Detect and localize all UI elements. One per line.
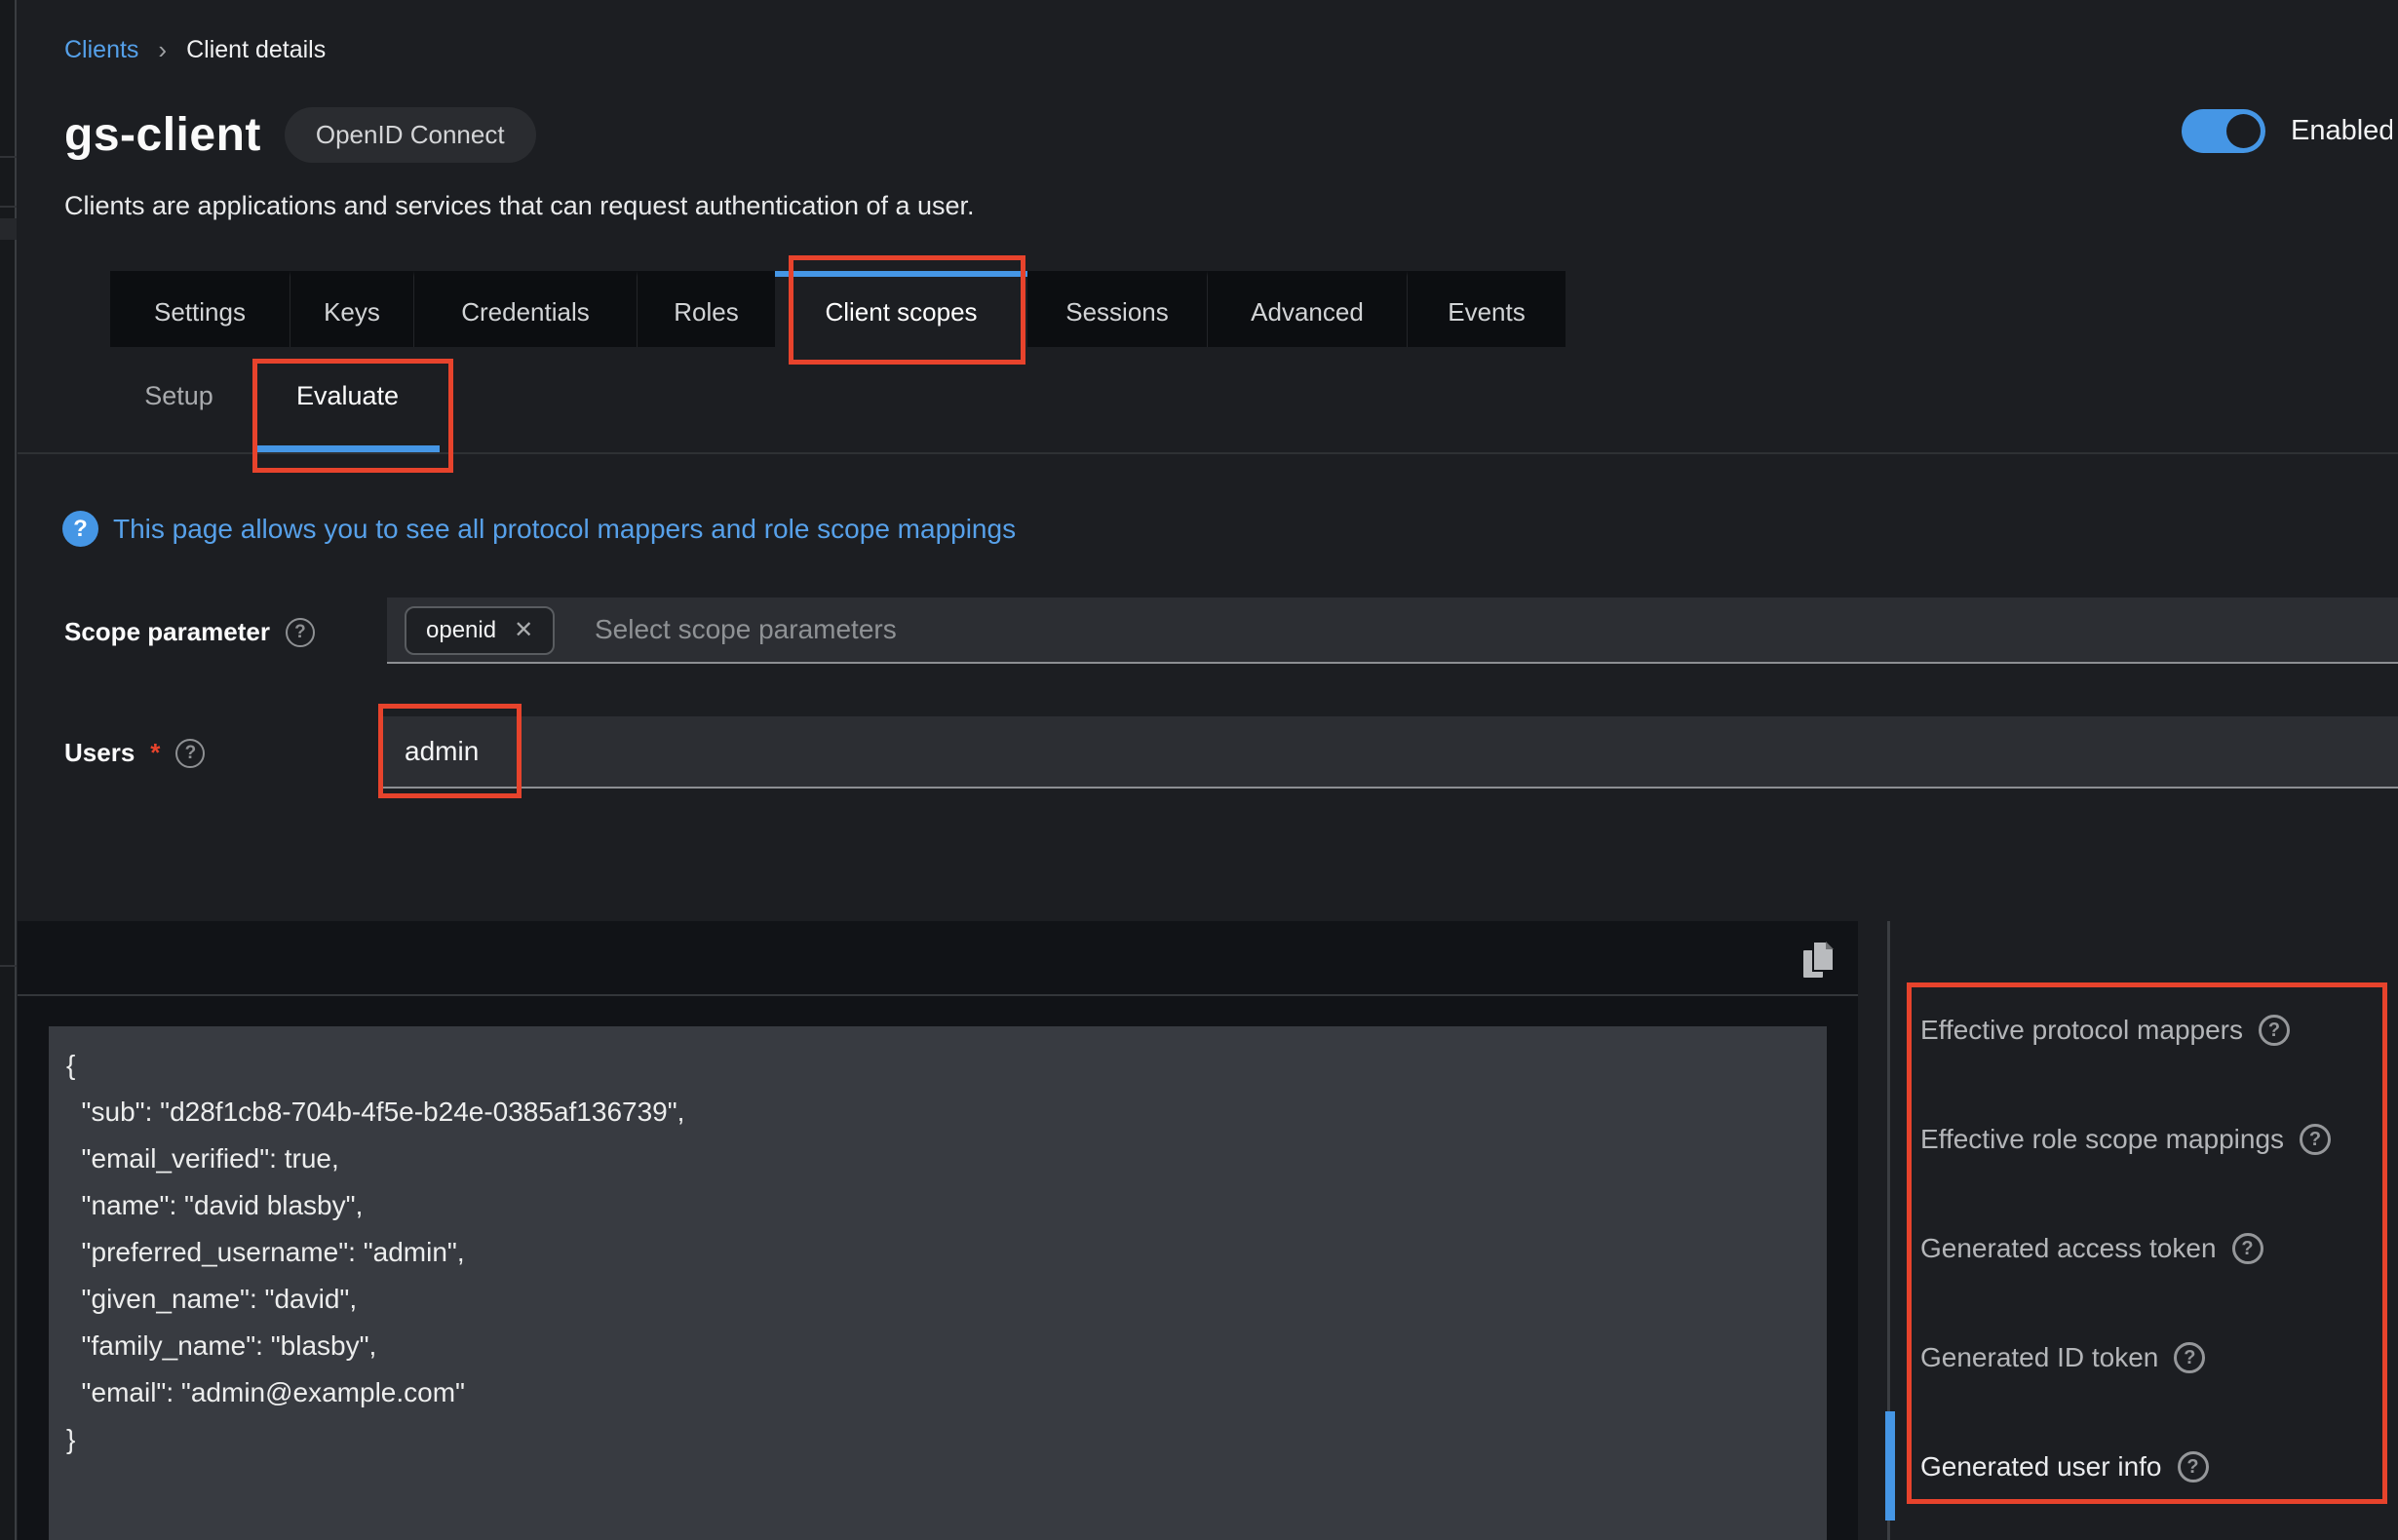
info-banner-text: This page allows you to see all protocol… [113,514,1016,545]
scope-parameter-label: Scope parameter [64,617,270,647]
code-line: "email": "admin@example.com" [66,1369,1827,1416]
side-tab-generated-id-token[interactable]: Generated ID token ? [1920,1336,2205,1379]
side-tab-label: Effective role scope mappings [1920,1124,2284,1155]
help-icon[interactable]: ? [2178,1451,2209,1482]
chip-label: openid [426,617,496,644]
info-help-icon[interactable]: ? [62,511,98,547]
tab-sessions[interactable]: Sessions [1027,271,1208,347]
info-banner: ? This page allows you to see all protoc… [62,511,1016,547]
tab-settings[interactable]: Settings [110,271,290,347]
scope-parameter-input[interactable]: openid ✕ Select scope parameters [387,597,2398,664]
side-tab-generated-access-token[interactable]: Generated access token ? [1920,1227,2263,1270]
panel-divider [18,994,1858,996]
code-line: { [66,1042,1827,1089]
code-line: } [66,1416,1827,1463]
breadcrumb: Clients › Client details [64,35,326,65]
code-line: "sub": "d28f1cb8-704b-4f5e-b24e-0385af13… [66,1089,1827,1136]
help-icon[interactable]: ? [2300,1124,2331,1155]
nav-divider [0,156,17,158]
tab-client-scopes[interactable]: Client scopes [775,271,1027,347]
chevron-right-icon: › [158,35,167,65]
help-icon[interactable]: ? [286,618,315,647]
active-side-tab-indicator [1885,1411,1895,1521]
code-line: "preferred_username": "admin", [66,1229,1827,1276]
subtab-setup[interactable]: Setup [102,347,255,452]
scope-chip-openid[interactable]: openid ✕ [405,606,555,655]
page-description: Clients are applications and services th… [64,191,975,221]
scope-parameter-label-row: Scope parameter ? [64,617,315,647]
nav-divider [0,965,17,967]
copy-button[interactable] [1795,935,1841,985]
code-line: "given_name": "david", [66,1276,1827,1323]
toggle-knob [2226,114,2261,148]
users-label: Users [64,738,135,768]
code-line: "family_name": "blasby", [66,1323,1827,1369]
side-tab-label: Effective protocol mappers [1920,1015,2243,1046]
tab-credentials[interactable]: Credentials [414,271,638,347]
subtab-evaluate[interactable]: Evaluate [255,347,440,452]
page-title: gs-client [64,108,261,162]
side-tab-effective-role-scope-mappings[interactable]: Effective role scope mappings ? [1920,1118,2331,1161]
help-icon[interactable]: ? [2259,1015,2290,1046]
users-label-row: Users * ? [64,738,205,768]
help-icon[interactable]: ? [175,739,205,768]
side-tab-generated-user-info[interactable]: Generated user info ? [1920,1445,2209,1488]
code-line: "name": "david blasby", [66,1182,1827,1229]
enabled-label: Enabled [2291,115,2392,147]
side-tab-label: Generated ID token [1920,1342,2158,1373]
side-tab-label: Generated user info [1920,1451,2162,1482]
tab-keys[interactable]: Keys [290,271,414,347]
help-icon[interactable]: ? [2232,1233,2263,1264]
client-scopes-subtabs: Setup Evaluate [18,347,2398,454]
protocol-badge: OpenID Connect [285,107,536,163]
users-input[interactable]: admin [381,716,2398,789]
client-tabs: Settings Keys Credentials Roles Client s… [110,271,1566,347]
tab-advanced[interactable]: Advanced [1208,271,1408,347]
users-input-value: admin [405,716,479,787]
required-asterisk: * [150,738,160,768]
tab-roles[interactable]: Roles [638,271,775,347]
header: gs-client OpenID Connect [64,107,536,163]
tab-events[interactable]: Events [1408,271,1566,347]
code-line: "email_verified": true, [66,1136,1827,1182]
breadcrumb-current: Client details [186,36,326,64]
scope-parameter-placeholder: Select scope parameters [595,597,897,662]
side-tab-label: Generated access token [1920,1233,2217,1264]
breadcrumb-link-clients[interactable]: Clients [64,36,138,64]
help-icon[interactable]: ? [2174,1342,2205,1373]
left-nav-sliver [0,0,17,1540]
enabled-toggle[interactable] [2182,109,2265,153]
nav-item-highlight [0,218,17,240]
generated-result-panel: { "sub": "d28f1cb8-704b-4f5e-b24e-0385af… [18,921,1858,1540]
side-tab-effective-protocol-mappers[interactable]: Effective protocol mappers ? [1920,1009,2290,1052]
copy-icon [1801,941,1835,980]
generated-user-info-code[interactable]: { "sub": "d28f1cb8-704b-4f5e-b24e-0385af… [49,1026,1827,1540]
remove-chip-icon[interactable]: ✕ [514,619,533,642]
client-details-page: { "breadcrumb": { "items": [ { "label": … [0,0,2398,1540]
nav-divider [0,206,17,208]
